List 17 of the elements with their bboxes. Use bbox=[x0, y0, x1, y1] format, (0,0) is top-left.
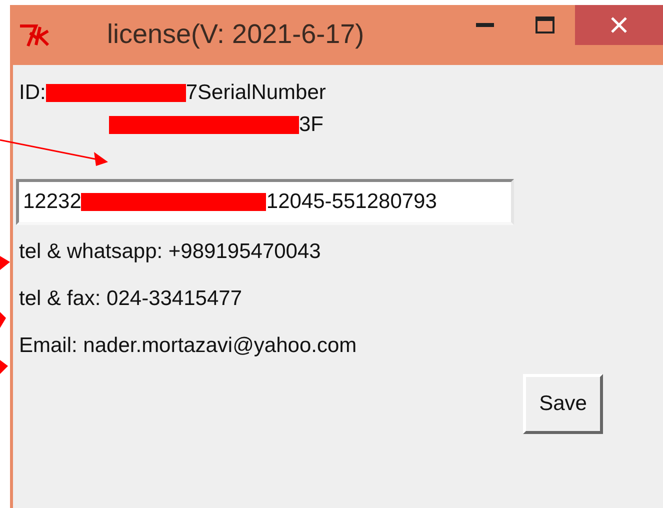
close-icon bbox=[610, 16, 628, 34]
window-title: license(V: 2021-6-17) bbox=[107, 19, 364, 50]
id-text: ID: bbox=[19, 81, 46, 105]
input-field[interactable]: 12232 12045-551280793 bbox=[16, 179, 514, 225]
arrowhead bbox=[0, 360, 8, 374]
contact-text: tel & fax: 024-33415477 bbox=[19, 287, 244, 312]
arrowhead bbox=[0, 312, 6, 328]
field-text: 12232 bbox=[23, 190, 82, 214]
minimize-icon bbox=[476, 22, 494, 28]
serial-text: 3F bbox=[299, 113, 324, 137]
maximize-icon bbox=[535, 16, 555, 34]
close-button[interactable] bbox=[575, 5, 663, 45]
contact-text: tel & whatsapp: +989195470043 bbox=[19, 240, 322, 265]
save-button[interactable]: Save bbox=[523, 374, 603, 434]
contact-text: Email: nader.mortazavi@yahoo.com bbox=[19, 334, 358, 359]
id-text: 7SerialNumber bbox=[186, 81, 326, 105]
field-text: 12045-551280793 bbox=[266, 190, 437, 214]
